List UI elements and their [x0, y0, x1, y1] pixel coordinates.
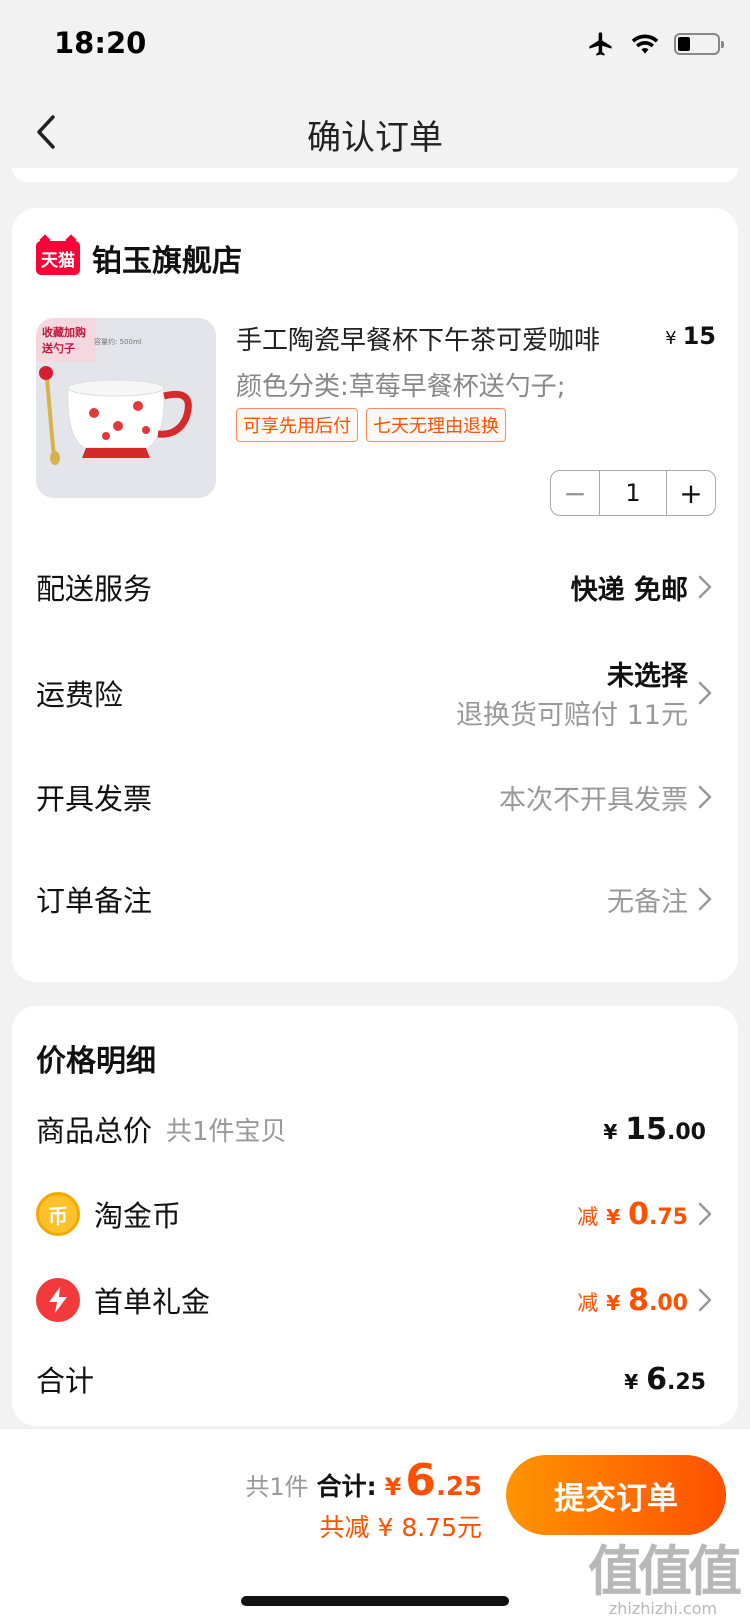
invoice-label: 开具发票 — [36, 782, 153, 816]
delivery-service-row[interactable]: 配送服务 快递 免邮 — [36, 566, 716, 608]
battery-icon — [674, 33, 724, 55]
watermark-mark: 值值值 — [588, 1540, 742, 1603]
first-order-gift-discount: 减 ¥8.00 — [577, 1282, 688, 1318]
shipping-insurance-label: 运费险 — [36, 678, 124, 712]
chevron-right-icon — [698, 886, 716, 912]
previous-card-edge — [12, 168, 738, 182]
invoice-row[interactable]: 开具发票 本次不开具发票 — [36, 776, 716, 818]
checkout-bar: 共1件 合计: ¥6.25 共减 ¥ 8.75元 提交订单 值值值 zhizhi… — [0, 1428, 750, 1624]
price-value: 15 — [682, 322, 716, 350]
first-order-gift-row[interactable]: 首单礼金 减 ¥8.00 — [36, 1278, 716, 1322]
status-bar: 18:20 — [0, 0, 750, 88]
tag-pay-later: 可享先用后付 — [236, 408, 358, 442]
price-currency: ¥ — [665, 328, 677, 349]
store-header[interactable]: 天猫 铂玉旗舰店 — [36, 236, 242, 280]
shipping-insurance-value: 未选择 — [607, 661, 688, 692]
submit-order-button[interactable]: 提交订单 — [506, 1455, 726, 1535]
lightning-icon — [36, 1278, 80, 1322]
image-promo-line2: 送勺子 — [41, 341, 75, 355]
product-variant[interactable]: 颜色分类:草莓早餐杯送勺子; — [236, 366, 566, 403]
product-image[interactable]: 收藏加购 送勺子 容量约: 500ml — [36, 318, 216, 498]
decrement-button[interactable]: − — [551, 471, 599, 515]
product-title[interactable]: 手工陶瓷早餐杯下午茶可爱咖啡 — [236, 320, 636, 357]
image-capacity-text: 容量约: 500ml — [94, 337, 142, 346]
taojinbi-label: 淘金币 — [94, 1199, 182, 1233]
quantity-value[interactable]: 1 — [599, 471, 667, 515]
gold-coin-icon: 币 — [36, 1192, 80, 1236]
goods-total-row: 商品总价 共1件宝贝 ¥15.00 — [36, 1108, 716, 1150]
tmall-logo-icon: 天猫 — [36, 241, 80, 275]
product-tags: 可享先用后付 七天无理由退换 — [236, 408, 506, 442]
watermark-url: zhizhizhi.com — [608, 1599, 718, 1618]
total-amount: ¥6.25 — [624, 1361, 706, 1397]
chevron-right-icon — [698, 680, 716, 706]
tag-seven-day-return: 七天无理由退换 — [366, 408, 506, 442]
total-label: 合计 — [36, 1364, 95, 1398]
status-time: 18:20 — [54, 26, 147, 60]
delivery-label: 配送服务 — [36, 572, 153, 606]
total-row: 合计 ¥6.25 — [36, 1358, 716, 1400]
product-price: ¥15 — [665, 322, 716, 350]
order-card: 天猫 铂玉旗舰店 收藏加购 送勺子 容量约: 500ml 手工陶瓷早餐杯下午茶可… — [12, 208, 738, 982]
product-photo: 收藏加购 送勺子 容量约: 500ml — [36, 318, 216, 498]
airplane-icon — [589, 32, 612, 56]
grand-total: ¥6.25 — [384, 1455, 482, 1506]
delivery-value: 快递 免邮 — [570, 574, 688, 606]
shipping-insurance-row[interactable]: 运费险 未选择 退换货可赔付 11元 — [36, 654, 716, 732]
nav-bar: 确认订单 — [0, 88, 750, 176]
total-discount: 共减 ¥ 8.75元 — [319, 1513, 482, 1542]
price-detail-card: 价格明细 商品总价 共1件宝贝 ¥15.00 币 淘金币 减 ¥0.75 首单礼金 — [12, 1006, 738, 1426]
quantity-stepper: − 1 + — [550, 470, 716, 516]
goods-total-amount: ¥15.00 — [603, 1111, 706, 1147]
watermark: 值值值 zhizhizhi.com — [588, 1540, 742, 1619]
increment-button[interactable]: + — [667, 471, 715, 515]
chevron-right-icon — [698, 574, 716, 600]
invoice-value: 本次不开具发票 — [499, 784, 688, 816]
store-name: 铂玉旗舰店 — [92, 244, 242, 279]
order-note-label: 订单备注 — [36, 884, 153, 918]
item-count: 共1件 — [245, 1473, 309, 1501]
total-label: 合计: — [316, 1472, 377, 1501]
goods-total-label: 商品总价 — [36, 1114, 153, 1148]
image-promo-line1: 收藏加购 — [42, 325, 86, 339]
chevron-right-icon — [698, 1201, 716, 1227]
chevron-right-icon — [698, 1287, 716, 1313]
status-icons — [586, 30, 724, 58]
first-order-gift-label: 首单礼金 — [94, 1285, 211, 1319]
price-detail-title: 价格明细 — [36, 1044, 156, 1079]
home-indicator[interactable] — [241, 1596, 509, 1606]
order-note-value: 无备注 — [607, 886, 688, 918]
taojinbi-discount: 减 ¥0.75 — [577, 1196, 688, 1232]
order-note-row[interactable]: 订单备注 无备注 — [36, 878, 716, 920]
order-summary: 共1件 合计: ¥6.25 共减 ¥ 8.75元 — [245, 1455, 482, 1544]
taojinbi-row[interactable]: 币 淘金币 减 ¥0.75 — [36, 1192, 716, 1236]
goods-count: 共1件宝贝 — [166, 1116, 287, 1147]
shipping-insurance-sub: 退换货可赔付 11元 — [456, 700, 688, 731]
chevron-right-icon — [698, 784, 716, 810]
page-title: 确认订单 — [307, 118, 443, 158]
wifi-icon — [631, 34, 659, 54]
